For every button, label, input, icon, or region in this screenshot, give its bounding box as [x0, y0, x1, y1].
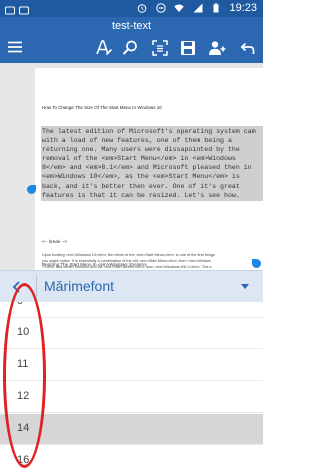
clock: 19:23 [229, 2, 257, 14]
app-bar: test-text [0, 17, 263, 63]
document-title: test-text [111, 20, 152, 32]
menu-icon[interactable] [7, 39, 25, 57]
break-marker: <-- break --> [42, 239, 68, 244]
text-line: with a load of new features, one of them… [42, 137, 232, 145]
focus-view-icon[interactable] [151, 39, 169, 57]
document-heading: How To Change The Size Of The Start Menu… [42, 105, 162, 110]
panel-header: Mărimefont [0, 270, 263, 302]
battery-icon [213, 3, 219, 13]
save-icon[interactable] [179, 39, 197, 57]
text-line: The latest edition of Microsoft's operat… [42, 128, 256, 135]
text-line: back, and it's better then ever. One of … [42, 182, 240, 190]
panel-title: Mărimefont [44, 278, 115, 294]
wifi-icon [174, 4, 184, 12]
system-icons [133, 3, 221, 14]
alarm-icon [137, 4, 147, 13]
text-line: returning one. Many users were dissapoin… [42, 146, 240, 154]
add-person-icon[interactable] [208, 39, 226, 57]
status-bar: 19:23 [0, 0, 263, 17]
text-line: 8</em> and <em>8.1</em> and Microsoft pl… [42, 164, 252, 172]
signal-icon [193, 3, 203, 13]
text-line: removal of the <em>Start Menu</em> in <e… [42, 155, 236, 163]
selected-text-block[interactable]: The latest edition of Microsoft's operat… [41, 126, 263, 201]
undo-icon[interactable] [238, 39, 256, 57]
text-line: features is that it can be resized. Let'… [42, 191, 240, 199]
format-text-icon[interactable] [95, 39, 113, 57]
search-icon[interactable] [121, 39, 139, 57]
annotation-oval [3, 283, 46, 468]
paragraph: Upon booting <em>Windows 10</em> the ret… [42, 252, 267, 270]
text-line: <em>Windows 10</em>, as the <em>Start Me… [42, 173, 240, 181]
header-divider [36, 275, 37, 299]
selection-start-handle[interactable] [27, 185, 36, 194]
message-icon [19, 6, 30, 15]
dropdown-arrow-icon[interactable] [241, 284, 249, 289]
message-icon [5, 6, 15, 15]
document-page[interactable]: How To Change The Size Of The Start Menu… [35, 68, 263, 270]
minus-circle-icon [155, 3, 166, 13]
font-size-option[interactable]: 16 [0, 446, 263, 468]
document-canvas[interactable]: How To Change The Size Of The Start Menu… [0, 63, 263, 270]
